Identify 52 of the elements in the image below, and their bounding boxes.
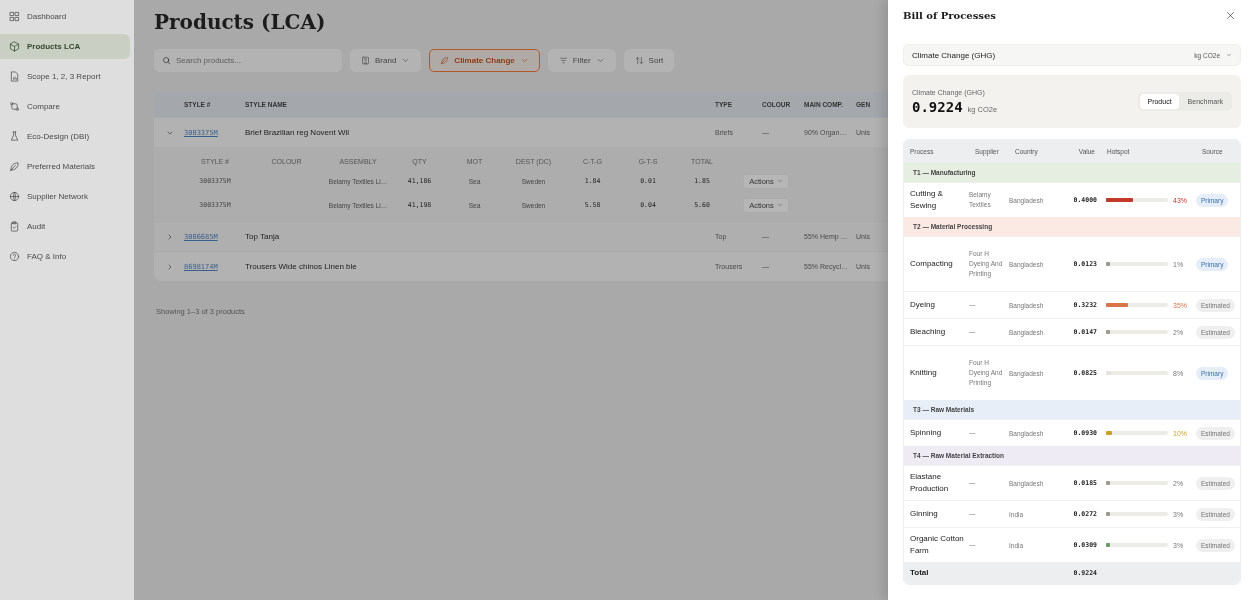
close-icon[interactable] [1226,10,1235,20]
process-name: Elastane Production [909,471,950,495]
filter-button[interactable]: Sort [623,49,675,72]
process-name: Dyeing [909,299,936,311]
process-name: Spinning [909,427,943,439]
table-cell-text: Brief Brazilian reg Novent Wil [245,128,351,137]
clipboard-icon [9,221,20,232]
summary-value: 0.9224 [912,98,963,115]
chevron-down-icon [401,56,411,65]
page-title: Products (LCA) [154,10,327,34]
process-name: Ginning [909,508,939,520]
table-cell-text: Trousers Wide chinos Linen ble [245,262,358,271]
drawer-title: Bill of Processes [903,9,996,21]
sort-icon [634,56,644,65]
leaf-icon [440,56,450,65]
building-icon [361,56,370,65]
flask-icon [9,131,20,142]
process-name: Cutting & Sewing [909,188,944,212]
chevron-down-icon [595,56,605,65]
chevron-right-icon[interactable] [166,262,174,271]
process-name: Knitting [909,367,938,379]
chevron-down-icon [776,202,783,208]
chevron-down-icon [1226,52,1232,58]
sidebar-item[interactable]: Audit [0,214,130,239]
search-icon [162,56,171,65]
total-label: Total [909,567,930,579]
filter-icon [558,56,568,65]
table-cell-text: Top Tanja [245,232,281,241]
sidebar-item[interactable]: Scope 1, 2, 3 Report [0,64,130,89]
chevron-right-icon[interactable] [166,232,174,241]
help-icon [9,251,20,262]
filter-button[interactable]: Filter [547,49,616,72]
sidebar-item[interactable]: Dashboard [0,4,130,29]
cube-icon [9,41,20,52]
sidebar-item[interactable]: Preferred Materials [0,154,130,179]
leaf-icon [9,161,20,172]
process-name: Bleaching [909,326,947,338]
compare-icon [9,101,20,112]
sidebar-item[interactable]: Supplier Network [0,184,130,209]
sidebar-item[interactable]: Products LCA [0,34,130,59]
sidebar-item[interactable]: FAQ & Info [0,244,130,269]
sidebar-item[interactable]: Compare [0,94,130,119]
chevron-down-icon [776,178,783,184]
process-name: Compacting [909,258,954,270]
globe-icon [9,191,20,202]
report-icon [9,71,20,82]
process-name: Organic Cotton Farm [909,533,965,557]
grid-icon [9,11,20,22]
search-field[interactable]: Search products... [154,49,342,72]
sidebar-item[interactable]: Eco-Design (DBI) [0,124,130,149]
filter-button[interactable]: Brand [350,49,422,72]
chevron-down-icon [519,56,529,65]
